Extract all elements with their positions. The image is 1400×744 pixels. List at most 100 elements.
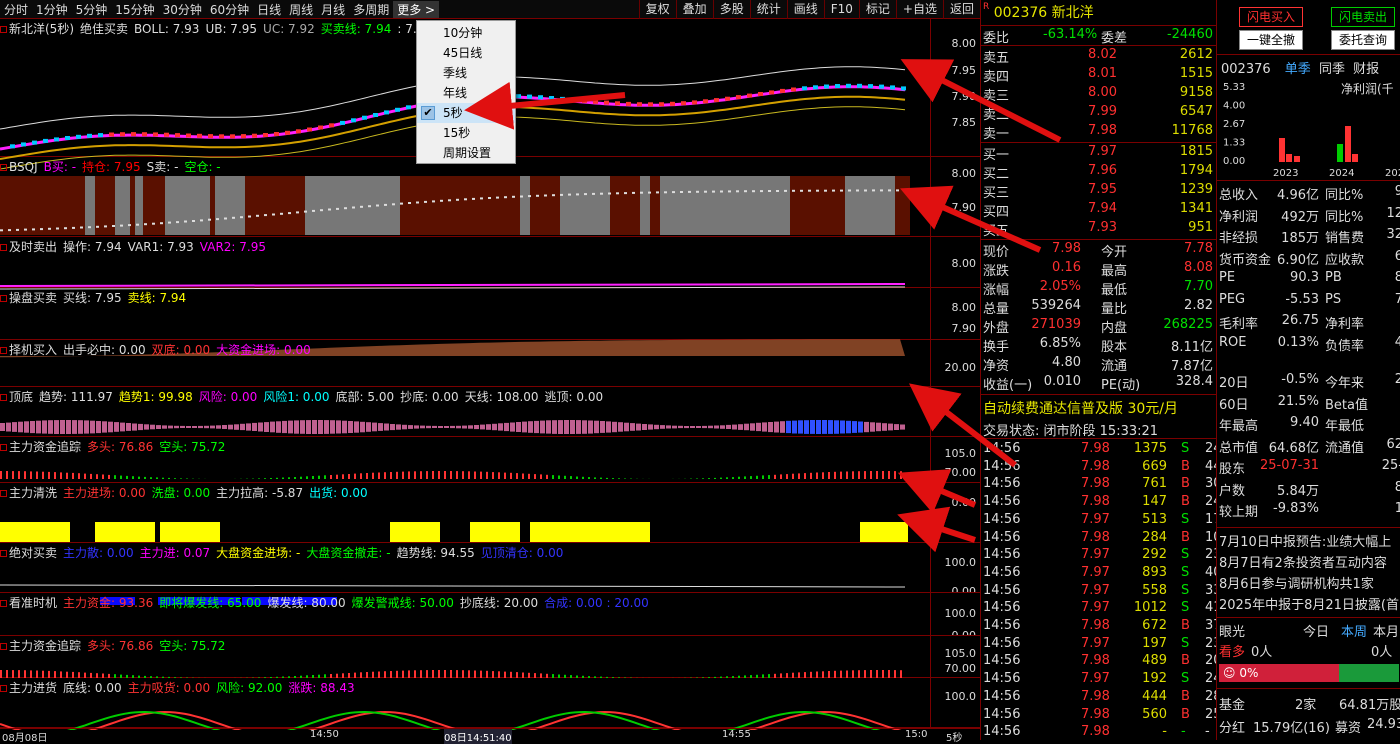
flash-sell-button[interactable]: 闪电卖出 [1331, 7, 1395, 27]
tick-cell: 7.98 [1081, 724, 1110, 739]
trend-bar [324, 420, 329, 434]
money-flow-1 [114, 475, 116, 479]
panel-name: 择机买入 [9, 343, 57, 357]
panel-param: 底部: 5.00 [336, 390, 395, 404]
news-item[interactable]: 2025年中报于8月21日披露(首 [1219, 594, 1399, 613]
money-flow-1 [150, 477, 152, 479]
period-tab-multi[interactable]: 多周期 [349, 1, 393, 18]
bsqj-dot [80, 227, 83, 229]
collapse-icon[interactable] [0, 244, 7, 251]
tab-same-quarter[interactable]: 同季 [1319, 62, 1345, 77]
level-volume: 9158 [1180, 85, 1213, 100]
finance-cell: 总市值 [1219, 437, 1258, 456]
view-tab-week[interactable]: 本周 [1341, 621, 1367, 640]
trend-bar [72, 420, 77, 434]
collapse-icon[interactable] [0, 295, 7, 302]
candle [307, 128, 312, 132]
collapse-icon[interactable] [0, 164, 7, 171]
period-tab-fenshi[interactable]: 分时 [0, 1, 32, 18]
bsqj-dot [88, 226, 91, 228]
trend-bar [12, 422, 17, 432]
finance-cell: 12 [1386, 206, 1400, 221]
news-item[interactable]: 7月10日中报预告:业绩大幅上 [1219, 531, 1391, 550]
collapse-icon[interactable] [0, 685, 7, 692]
stat-cell: PE(动) [1101, 374, 1140, 393]
tick-cell: B [1181, 530, 1190, 545]
news-item[interactable]: 8月6日参与调研机构共1家 [1219, 573, 1374, 592]
money-flow-1 [24, 471, 26, 479]
period-tab-5min[interactable]: 5分钟 [72, 1, 112, 18]
bsqj-dot [176, 221, 179, 223]
bsqj-dot [256, 215, 259, 217]
period-tab-15min[interactable]: 15分钟 [111, 1, 158, 18]
money-flow-2 [108, 674, 110, 678]
money-flow-2 [300, 676, 302, 678]
tick-cell: 558 [1142, 583, 1167, 598]
trend-bar [390, 424, 395, 430]
tab-report[interactable]: 财报 [1353, 62, 1379, 77]
collapse-icon[interactable] [0, 643, 7, 650]
money-flow-2 [150, 676, 152, 678]
collapse-icon[interactable] [0, 444, 7, 451]
period-tab-month[interactable]: 月线 [317, 1, 349, 18]
flash-buy-button[interactable]: 闪电买入 [1239, 7, 1303, 27]
money-flow-1 [312, 476, 314, 479]
money-flow-2 [102, 674, 104, 679]
bsqj-dot [328, 209, 331, 211]
candle [208, 134, 213, 138]
trend-bar [84, 420, 89, 433]
collapse-icon[interactable] [0, 490, 7, 497]
news-row: 8月6日参与调研机构共1家 [1217, 573, 1400, 595]
collapse-icon[interactable] [0, 600, 7, 607]
money-flow-2 [36, 671, 38, 679]
finance-cell: 492万 [1281, 206, 1319, 225]
money-flow-1 [288, 477, 290, 479]
money-flow-2 [114, 674, 116, 678]
bsqj-dot [152, 223, 155, 225]
period-tab-60min[interactable]: 60分钟 [206, 1, 253, 18]
collapse-icon[interactable] [0, 347, 7, 354]
panel-param: 多头: 76.86 [87, 440, 153, 454]
tick-cell: 1012 [1134, 600, 1167, 615]
money-flow-2 [24, 670, 26, 678]
arrow-to-kline [922, 70, 1060, 140]
news-item[interactable]: 8月7日有2条投资者互动内容 [1219, 552, 1387, 571]
period-tab-1min[interactable]: 1分钟 [32, 1, 72, 18]
collapse-icon[interactable] [0, 26, 7, 33]
weicha-label: 委差 [1101, 27, 1127, 46]
panel-param: 空头: 75.72 [159, 440, 225, 454]
order-query-button[interactable]: 委托查询 [1331, 30, 1395, 50]
money-flow-2 [330, 674, 332, 678]
panel-name: 看准时机 [9, 596, 57, 610]
trend-bar [282, 421, 287, 433]
money-flow-2 [66, 672, 68, 678]
trend-bar [144, 424, 149, 429]
money-flow-2 [378, 672, 380, 679]
trend-bar [210, 426, 215, 429]
bsqj-dot [216, 218, 219, 220]
money-flow-1 [366, 473, 368, 479]
panel-param: 主力进: 0.07 [140, 546, 211, 560]
period-tab-day[interactable]: 日线 [253, 1, 285, 18]
tab-single-quarter[interactable]: 单季 [1285, 62, 1311, 77]
view-tab-today[interactable]: 今日 [1303, 621, 1329, 640]
tick-cell: 672 [1142, 618, 1167, 633]
bsqj-dot [0, 229, 3, 231]
money-flow-2 [12, 670, 14, 678]
finance-cell: 总收入 [1219, 184, 1258, 203]
candle [296, 129, 301, 133]
collapse-icon[interactable] [0, 394, 7, 401]
level-price: 7.95 [1088, 182, 1117, 197]
tick-cell: 669 [1142, 459, 1167, 474]
trend-bar [300, 420, 305, 434]
cancel-all-button[interactable]: 一键全撤 [1239, 30, 1303, 50]
level-price: 7.93 [1088, 220, 1117, 235]
view-tab-month[interactable]: 本月 [1373, 621, 1399, 640]
period-tab-week[interactable]: 周线 [285, 1, 317, 18]
panel-param: 大盘资金进场: - [216, 546, 300, 560]
collapse-icon[interactable] [0, 550, 7, 557]
profit-bar [1294, 156, 1300, 162]
finance-cell: 9.40 [1290, 415, 1319, 430]
panel-param: UB: 7.95 [205, 22, 257, 36]
period-tab-30min[interactable]: 30分钟 [159, 1, 206, 18]
